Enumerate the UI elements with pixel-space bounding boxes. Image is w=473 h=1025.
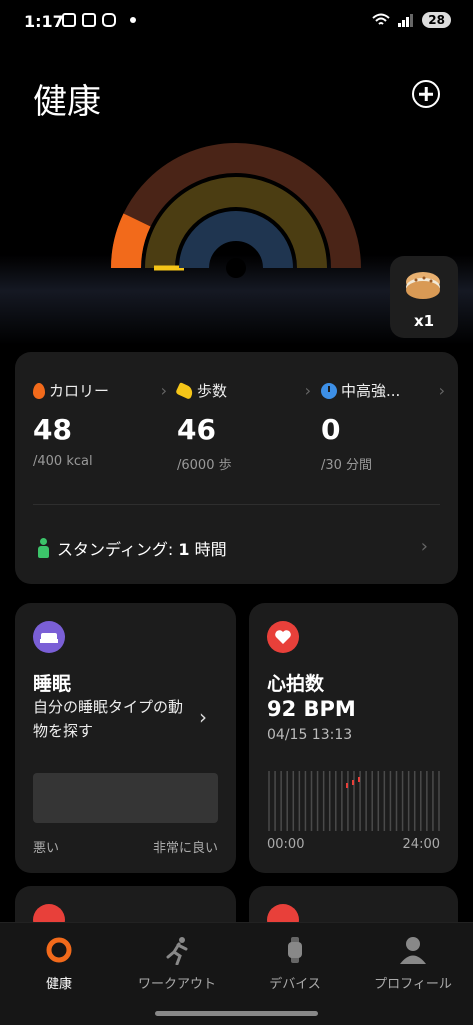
standing-row[interactable]: スタンディング: 1 時間 [37, 536, 227, 560]
standing-person-icon [37, 538, 49, 558]
page-title: 健康 [33, 82, 101, 122]
clock-icon [321, 382, 337, 399]
heart-rate-axis-start: 00:00 [267, 837, 305, 852]
running-icon [162, 935, 192, 966]
sleep-title: 睡眠 [33, 673, 72, 695]
instagram-icon [102, 13, 116, 27]
heart-rate-axis-end: 24:00 [402, 837, 440, 852]
activity-rings[interactable] [110, 140, 362, 280]
sleep-scale-high: 非常に良い [152, 841, 218, 856]
cookie-icon [406, 272, 440, 299]
heart-rate-card[interactable]: 心拍数 92 BPM 04/15 13:13 00:00 24:00 [249, 603, 458, 873]
steps-metric[interactable]: 歩数 › 46 /6000 歩 [175, 380, 317, 473]
reward-count: x1 [413, 312, 435, 330]
calorie-metric[interactable]: カロリー › 48 /400 kcal [33, 380, 173, 469]
calorie-goal: /400 kcal [33, 454, 93, 469]
sleep-scale-low: 悪い [33, 841, 60, 856]
reward-badge[interactable]: x1 [390, 256, 458, 338]
status-bar: 1:17 28 [0, 0, 473, 44]
nav-health-label: 健康 [45, 977, 72, 992]
nav-workout-label: ワークアウト [137, 977, 216, 992]
intensity-value: 0 [321, 413, 341, 446]
activity-summary-card[interactable]: カロリー › 48 /400 kcal 歩数 › 46 /6000 歩 中高強.… [15, 352, 458, 584]
heart-rate-chart [268, 771, 440, 831]
heart-icon [267, 621, 299, 653]
signal-icon [398, 14, 414, 27]
intensity-metric[interactable]: 中高強... › 0 /30 分間 [321, 380, 451, 473]
chevron-right-icon[interactable]: › [199, 705, 207, 729]
standing-label: スタンディング: [57, 540, 179, 559]
wifi-icon [372, 13, 390, 25]
nav-profile[interactable]: プロフィール [354, 935, 472, 992]
intensity-label: 中高強... [341, 382, 401, 400]
chevron-right-icon: › [420, 536, 428, 557]
chevron-right-icon: › [438, 381, 445, 400]
sleep-description: 自分の睡眠タイプの動物を探す [33, 698, 184, 740]
nav-devices-label: デバイス [269, 977, 321, 992]
calorie-label: カロリー [49, 382, 110, 400]
sleep-card[interactable]: 睡眠 自分の睡眠タイプの動物を探す › 悪い 非常に良い [15, 603, 236, 873]
heart-rate-timestamp: 04/15 13:13 [267, 727, 353, 743]
divider [33, 504, 440, 505]
chevron-right-icon: › [304, 381, 311, 400]
health-ring-icon [44, 935, 74, 965]
gallery-icon [62, 13, 76, 27]
more-notifications-icon [130, 17, 136, 23]
mail-icon [82, 13, 96, 27]
steps-goal: /6000 歩 [177, 458, 232, 473]
standing-value: 1 [178, 540, 190, 559]
home-indicator[interactable] [155, 1011, 318, 1016]
nav-workout[interactable]: ワークアウト [118, 935, 236, 992]
steps-label: 歩数 [197, 382, 228, 400]
nav-health[interactable]: 健康 [0, 935, 118, 992]
nav-profile-label: プロフィール [374, 977, 452, 992]
system-icons: 28 [372, 12, 451, 28]
standing-unit: 時間 [189, 540, 227, 559]
add-button[interactable] [412, 80, 440, 108]
bed-icon [33, 621, 65, 653]
profile-icon [398, 935, 428, 965]
calorie-value: 48 [33, 413, 72, 446]
notification-icons [62, 13, 136, 27]
shoe-icon [175, 381, 195, 400]
sleep-quality-bar [33, 773, 218, 823]
rings-center [226, 258, 246, 278]
chevron-right-icon: › [160, 381, 167, 400]
nav-devices[interactable]: デバイス [236, 935, 354, 992]
battery-indicator: 28 [422, 12, 451, 28]
fire-icon [33, 382, 45, 399]
bottom-nav: 健康 ワークアウト デバイス プロフィール [0, 922, 473, 1025]
intensity-goal: /30 分間 [321, 458, 373, 473]
steps-value: 46 [177, 413, 216, 446]
calorie-ring-progress [110, 213, 151, 269]
heart-rate-title: 心拍数 [267, 673, 325, 695]
heart-rate-value: 92 BPM [267, 697, 356, 721]
status-time: 1:17 [24, 12, 64, 31]
watch-icon [280, 935, 310, 965]
